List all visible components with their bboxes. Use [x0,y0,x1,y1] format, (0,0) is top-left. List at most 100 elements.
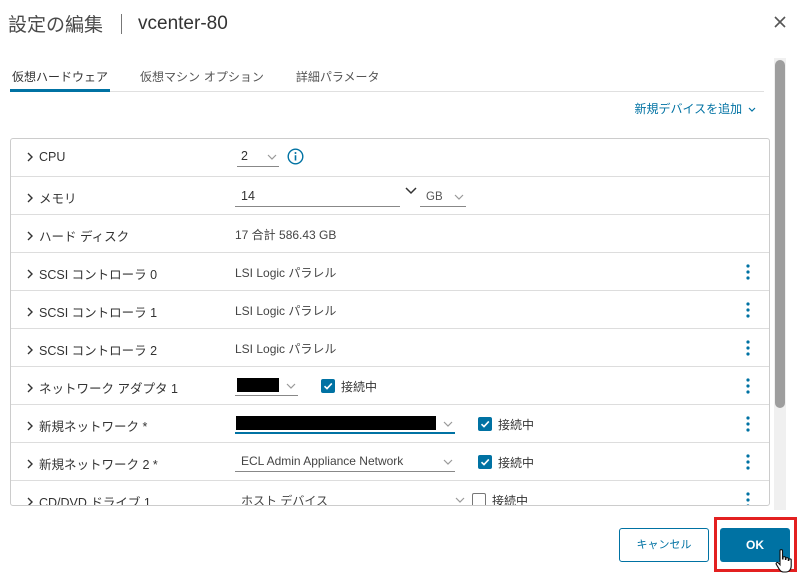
hardware-row-scsi-0: SCSI コントローラ 0 LSI Logic パラレル [11,253,769,291]
hardware-name-hard-disk: ハード ディスク [39,230,130,244]
chevron-right-icon [27,152,33,162]
new-network-2-select[interactable]: ECL Admin Appliance Network [235,454,455,472]
cd-dvd-1-connected-checkbox[interactable] [472,493,486,505]
checkmark-icon [480,458,490,466]
hardware-name-memory: メモリ [39,192,77,206]
cpu-count-select[interactable]: 2 [237,149,279,167]
cd-dvd-1-source-value: ホスト デバイス [241,494,328,506]
cd-dvd-1-connected-label: 接続中 [492,494,529,506]
cancel-button[interactable]: キャンセル [619,528,709,562]
new-network-1-connected-checkbox[interactable] [478,417,492,431]
hardware-row-cd-dvd-1: CD/DVD ドライブ 1 ホスト デバイス 接続中 [11,481,769,506]
hard-disk-summary: 17 合計 586.43 GB [235,228,337,242]
expand-row-new-network-1[interactable]: 新規ネットワーク * [25,416,147,435]
tab-bar: 仮想ハードウェア 仮想マシン オプション 詳細パラメータ [10,66,764,92]
chevron-down-icon [454,194,464,200]
hardware-name-cd-dvd-1: CD/DVD ドライブ 1 [39,496,151,506]
add-new-device-label: 新規デバイスを追加 [634,102,743,116]
expand-row-cpu[interactable]: CPU [25,150,65,164]
hardware-name-new-network-2: 新規ネットワーク 2 * [39,458,158,472]
cpu-count-value: 2 [241,149,248,163]
more-actions-icon[interactable] [741,491,755,506]
chevron-down-icon [443,421,453,427]
dialog-title-text: 設定の編集 [8,14,104,36]
chevron-down-icon[interactable] [405,187,417,195]
memory-unit-select[interactable]: GB [420,189,466,207]
info-icon[interactable] [287,148,304,165]
expand-row-scsi-0[interactable]: SCSI コントローラ 0 [25,264,157,283]
network-adapter-1-connected-label: 接続中 [341,380,378,394]
chevron-down-icon [286,383,296,389]
expand-row-cd-dvd-1[interactable]: CD/DVD ドライブ 1 [25,492,151,506]
hardware-row-new-network-2: 新規ネットワーク 2 * ECL Admin Appliance Network… [11,443,769,481]
chevron-down-icon [267,154,277,160]
chevron-right-icon [27,497,33,505]
scsi-1-type: LSI Logic パラレル [235,304,337,318]
new-network-1-select[interactable] [235,416,455,434]
dialog-host-name: vcenter-80 [138,12,228,34]
new-network-1-connected-label: 接続中 [498,418,535,432]
redacted-network-name [237,378,279,392]
more-actions-icon[interactable] [741,453,755,471]
chevron-right-icon [27,231,33,240]
cd-dvd-1-source-select[interactable]: ホスト デバイス [235,492,467,506]
checkmark-icon [480,420,490,428]
hardware-row-cpu: CPU 2 [11,139,769,177]
memory-size-input[interactable]: 14 [235,189,400,207]
hardware-row-memory: メモリ 14 GB [11,177,769,215]
memory-unit-value: GB [426,191,443,203]
network-adapter-1-select[interactable] [235,378,298,396]
close-icon[interactable] [770,12,790,32]
more-actions-icon[interactable] [741,377,755,395]
expand-row-scsi-1[interactable]: SCSI コントローラ 1 [25,302,157,321]
tab-advanced-parameters[interactable]: 詳細パラメータ [294,66,382,92]
expand-row-memory[interactable]: メモリ [25,188,77,207]
chevron-right-icon [27,193,33,202]
new-network-2-connected-label: 接続中 [498,456,535,470]
add-new-device-button[interactable]: 新規デバイスを追加 [635,100,756,117]
hand-pointer-cursor-icon [775,549,792,573]
chevron-right-icon [27,383,33,392]
hardware-row-hard-disk: ハード ディスク 17 合計 586.43 GB [11,215,769,253]
vertical-scrollbar[interactable] [774,58,786,510]
tab-virtual-hardware[interactable]: 仮想ハードウェア [10,66,111,92]
hardware-name-network-adapter-1: ネットワーク アダプタ 1 [39,382,178,396]
hardware-row-network-adapter-1: ネットワーク アダプタ 1 接続中 [11,367,769,405]
hardware-list: CPU 2 メモリ 14 GB ハード ディスク 17 合計 586.43 GB… [10,138,770,506]
title-separator [121,13,123,34]
more-actions-icon[interactable] [741,263,755,281]
expand-row-new-network-2[interactable]: 新規ネットワーク 2 * [25,454,158,473]
expand-row-network-adapter-1[interactable]: ネットワーク アダプタ 1 [25,378,178,397]
dialog-title: 設定の編集 vcenter-80 [8,10,228,37]
scsi-0-type: LSI Logic パラレル [235,266,337,280]
chevron-down-icon [443,459,453,465]
more-actions-icon[interactable] [741,415,755,433]
chevron-right-icon [27,459,33,468]
more-actions-icon[interactable] [741,339,755,357]
scrollbar-thumb[interactable] [775,60,785,408]
hardware-row-scsi-2: SCSI コントローラ 2 LSI Logic パラレル [11,329,769,367]
chevron-right-icon [27,345,33,354]
redacted-network-name [236,416,436,430]
chevron-right-icon [27,269,33,278]
hardware-name-scsi-1: SCSI コントローラ 1 [39,306,158,320]
hardware-name-scsi-0: SCSI コントローラ 0 [39,268,158,282]
chevron-right-icon [27,307,33,316]
hardware-name-scsi-2: SCSI コントローラ 2 [39,344,158,358]
chevron-down-icon [455,497,465,503]
tab-vm-options[interactable]: 仮想マシン オプション [138,66,266,92]
scsi-2-type: LSI Logic パラレル [235,342,337,356]
checkmark-icon [323,382,333,390]
expand-row-hard-disk[interactable]: ハード ディスク [25,226,129,245]
memory-size-value: 14 [241,189,255,203]
hardware-row-new-network-1: 新規ネットワーク * 接続中 [11,405,769,443]
expand-row-scsi-2[interactable]: SCSI コントローラ 2 [25,340,157,359]
network-adapter-1-connected-checkbox[interactable] [321,379,335,393]
chevron-right-icon [27,421,33,430]
more-actions-icon[interactable] [741,301,755,319]
new-network-2-value: ECL Admin Appliance Network [241,454,404,468]
hardware-row-scsi-1: SCSI コントローラ 1 LSI Logic パラレル [11,291,769,329]
new-network-2-connected-checkbox[interactable] [478,455,492,469]
hardware-name-cpu: CPU [39,150,66,164]
hardware-name-new-network-1: 新規ネットワーク * [39,420,148,434]
